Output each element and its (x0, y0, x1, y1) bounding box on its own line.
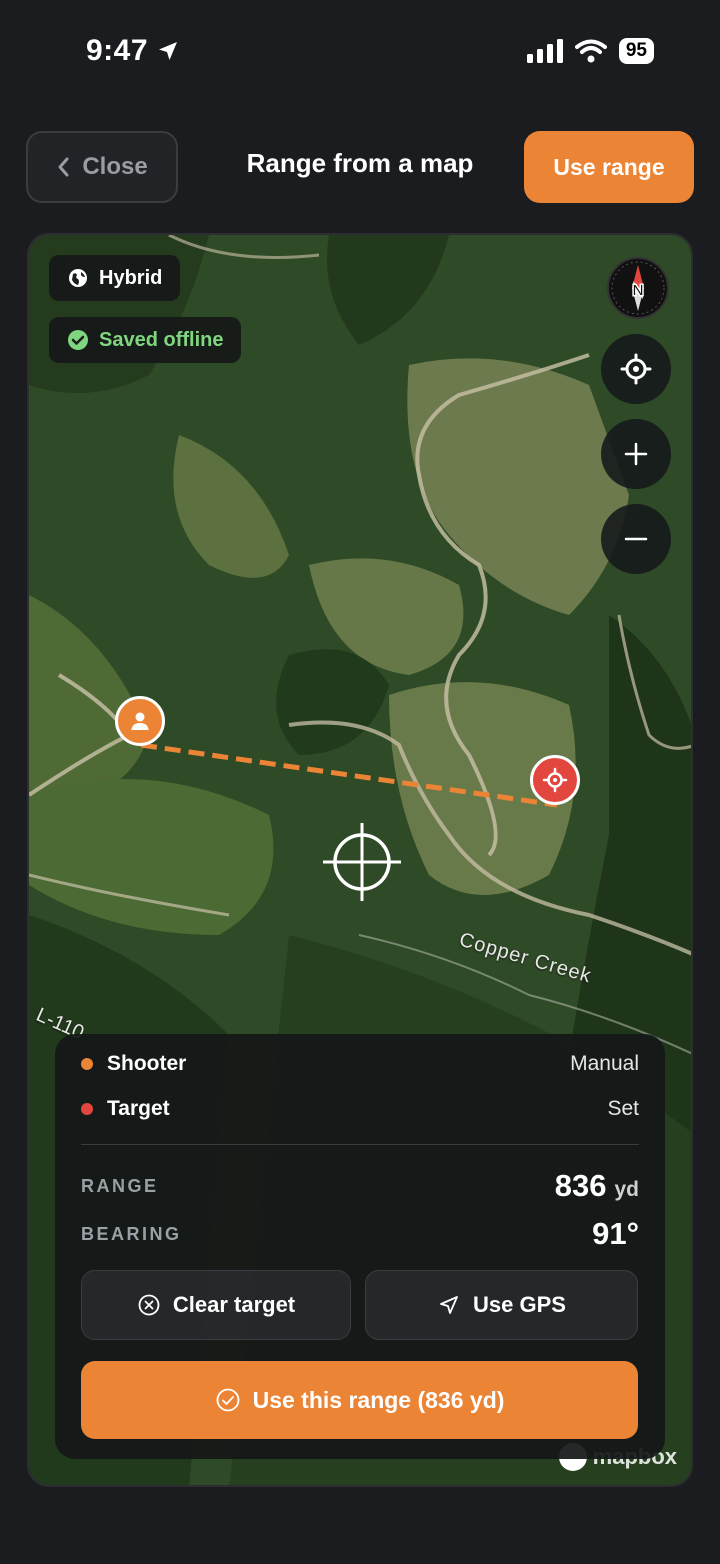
check-circle-icon (68, 330, 88, 350)
person-icon (131, 712, 149, 730)
crosshair-locate-icon (620, 353, 652, 385)
compass-icon: N (611, 261, 665, 315)
clear-target-button[interactable]: Clear target (81, 1270, 351, 1340)
shooter-dot-icon (81, 1058, 93, 1070)
locate-me-button[interactable] (601, 334, 671, 404)
map-layer-label: Hybrid (99, 266, 163, 289)
shooter-row: Shooter Manual (81, 1052, 639, 1076)
bearing-row: BEARING 91° (81, 1216, 639, 1252)
battery-indicator: 95 (618, 38, 654, 64)
shooter-pin[interactable] (115, 696, 165, 746)
shooter-value: Manual (570, 1052, 639, 1075)
use-gps-label: Use GPS (473, 1292, 566, 1317)
status-bar: 9:47 95 (0, 0, 720, 100)
navigation-arrow-icon (440, 1296, 458, 1314)
time-text: 9:47 (86, 34, 149, 67)
use-range-button[interactable]: Use range (524, 131, 694, 203)
use-this-range-label: Use this range (836 yd) (252, 1386, 505, 1413)
target-label-group: Target (81, 1097, 170, 1121)
close-label: Close (82, 153, 148, 180)
map-center-crosshair-icon (323, 823, 401, 901)
range-info-panel: Shooter Manual Target Set RANGE 836 yd BE… (55, 1034, 665, 1459)
clear-circle-icon (138, 1294, 160, 1316)
range-label: RANGE (81, 1175, 159, 1196)
close-button[interactable]: Close (26, 131, 178, 203)
wifi-icon (574, 39, 607, 63)
range-row: RANGE 836 yd (81, 1168, 639, 1204)
bearing-value: 91° (592, 1216, 639, 1251)
globe-icon (69, 269, 87, 287)
target-row: Target Set (81, 1097, 639, 1121)
shooter-label: Shooter (107, 1052, 187, 1075)
target-value: Set (607, 1097, 639, 1120)
shooter-label-group: Shooter (81, 1052, 186, 1076)
compass-button[interactable]: N (607, 257, 669, 319)
zoom-in-button[interactable] (601, 419, 671, 489)
target-icon (542, 767, 568, 793)
target-label: Target (107, 1097, 170, 1120)
offline-status-label: Saved offline (99, 328, 224, 351)
minus-icon (624, 537, 648, 541)
target-dot-icon (81, 1103, 93, 1115)
plus-icon (624, 442, 648, 466)
offline-status-badge: Saved offline (49, 317, 242, 363)
use-gps-button[interactable]: Use GPS (365, 1270, 638, 1340)
zoom-out-button[interactable] (601, 504, 671, 574)
status-indicators: 95 (526, 38, 654, 64)
clear-target-label: Clear target (172, 1292, 296, 1317)
signal-icon (526, 39, 563, 63)
map-layer-toggle[interactable]: Hybrid (49, 255, 181, 301)
bearing-label: BEARING (81, 1223, 182, 1244)
target-pin[interactable] (530, 755, 580, 805)
range-readout: 836 yd (555, 1168, 639, 1204)
check-circle-outline-icon (216, 1388, 239, 1412)
page-title: Range from a map (246, 148, 474, 178)
panel-divider (81, 1144, 639, 1145)
svg-text:N: N (633, 282, 644, 299)
status-time: 9:47 (86, 34, 180, 68)
use-this-range-button[interactable]: Use this range (836 yd) (81, 1361, 638, 1439)
chevron-left-icon (58, 157, 69, 177)
range-value: 836 (554, 1168, 607, 1203)
location-arrow-icon (159, 42, 178, 60)
range-unit: yd (614, 1178, 639, 1201)
